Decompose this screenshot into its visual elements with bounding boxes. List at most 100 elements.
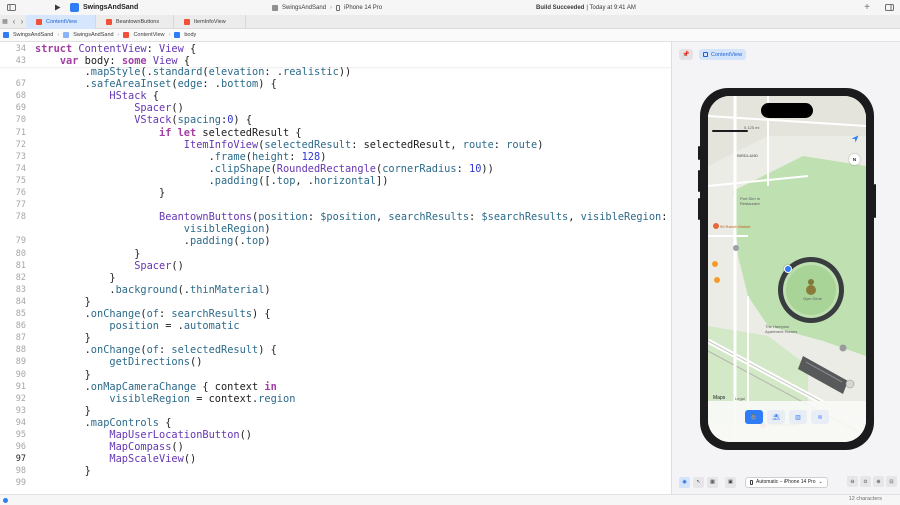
- code-token: :: [661, 211, 668, 224]
- forward-chevron-icon[interactable]: ›: [18, 15, 26, 29]
- map-compass[interactable]: N: [849, 154, 860, 165]
- code-line[interactable]: 84 }: [0, 296, 671, 308]
- line-number: 88: [15, 345, 26, 356]
- variants-button[interactable]: ▦: [707, 476, 718, 488]
- tab-label: ItemInfoView: [194, 18, 226, 25]
- scheme-selector[interactable]: SwingsAndSand › iPhone 14 Pro: [272, 2, 382, 13]
- inspector-toggle-icon[interactable]: [882, 1, 896, 15]
- code-line[interactable]: 94 .mapControls {: [0, 417, 671, 429]
- code-line[interactable]: 93 }: [0, 405, 671, 417]
- code-line[interactable]: 72 ItemInfoView(selectedResult: selected…: [0, 139, 671, 151]
- code-line[interactable]: 81 Spacer(): [0, 260, 671, 272]
- map-user-location-button[interactable]: [849, 133, 860, 144]
- sidebar-toggle-icon[interactable]: [4, 1, 18, 15]
- code-text: }: [35, 405, 91, 417]
- code-token: ): [320, 150, 327, 163]
- preview-canvas: 📌 ContentView N 0.125 mi BIRDLAND Port D…: [671, 42, 900, 494]
- waves-button[interactable]: ≋: [811, 410, 829, 424]
- legal-link[interactable]: Legal: [735, 396, 745, 401]
- code-token: realistic: [283, 66, 339, 78]
- code-line[interactable]: 76 }: [0, 187, 671, 199]
- code-text: }: [35, 296, 91, 308]
- zoom-fit-button[interactable]: ⊡: [886, 476, 897, 487]
- code-line[interactable]: .mapStyle(.standard(elevation: .realisti…: [0, 66, 671, 78]
- zoom-in-button[interactable]: ⊕: [873, 476, 884, 487]
- sticky-code-line[interactable]: 43 var body: some View {: [0, 55, 671, 67]
- debug-area-toggle-icon[interactable]: [3, 498, 8, 503]
- zoom-out-button[interactable]: ⊖: [847, 476, 858, 487]
- live-preview-button[interactable]: ◉: [679, 476, 690, 488]
- add-icon[interactable]: +: [860, 1, 874, 15]
- code-line[interactable]: 73 .frame(height: 128): [0, 151, 671, 163]
- code-editor[interactable]: 34 struct ContentView: View {43 var body:…: [0, 42, 671, 494]
- code-line[interactable]: 70 VStack(spacing:0) {: [0, 114, 671, 126]
- code-token: .: [35, 344, 91, 357]
- code-line[interactable]: 95 MapUserLocationButton(): [0, 429, 671, 441]
- code-line[interactable]: 67 .safeAreaInset(edge: .bottom) {: [0, 78, 671, 90]
- code-line[interactable]: 91 .onMapCameraChange { context in: [0, 381, 671, 393]
- code-line[interactable]: 87 }: [0, 332, 671, 344]
- tab-iteminfoview[interactable]: ItemInfoView: [174, 14, 246, 29]
- phone-volume-down: [698, 198, 700, 220]
- back-chevron-icon[interactable]: ‹: [10, 15, 18, 29]
- code-token: padding: [214, 174, 259, 187]
- code-line[interactable]: 90 }: [0, 369, 671, 381]
- line-number: 90: [15, 369, 26, 380]
- code-line[interactable]: 86 position = .automatic: [0, 320, 671, 332]
- selectable-mode-button[interactable]: ↖: [693, 476, 704, 488]
- zoom-actual-button[interactable]: ⊙: [860, 476, 871, 487]
- code-line[interactable]: 89 getDirections(): [0, 356, 671, 368]
- sticky-code-line[interactable]: 34 struct ContentView: View {: [0, 43, 671, 55]
- line-number: 43: [15, 56, 26, 67]
- device-selector[interactable]: Automatic – iPhone 14 Pro ⌄: [745, 476, 828, 488]
- line-number: 70: [15, 115, 26, 126]
- code-token: RoundedRectangle: [276, 162, 376, 175]
- breadcrumb-item[interactable]: body: [184, 32, 196, 38]
- building-button[interactable]: ▥: [789, 410, 807, 424]
- code-line[interactable]: 77: [0, 199, 671, 211]
- pin-preview-button[interactable]: 📌: [679, 49, 693, 60]
- code-line[interactable]: 68 HStack {: [0, 90, 671, 102]
- tab-beantownbuttons[interactable]: BeantownButtons: [96, 14, 174, 29]
- code-line[interactable]: 82 }: [0, 272, 671, 284]
- breadcrumb-item[interactable]: SwingsAndSand: [13, 32, 53, 38]
- line-number: 81: [15, 260, 26, 271]
- code-line[interactable]: visibleRegion): [0, 223, 671, 235]
- code-line[interactable]: 75 .padding([.top, .horizontal]): [0, 175, 671, 187]
- code-line[interactable]: 88 .onChange(of: selectedResult) {: [0, 344, 671, 356]
- beach-umbrella-icon: ⛱: [772, 414, 780, 421]
- code-line[interactable]: 78 BeantownButtons(position: $position, …: [0, 211, 671, 223]
- run-icon[interactable]: [50, 1, 64, 15]
- code-line[interactable]: 85 .onChange(of: searchResults) {: [0, 308, 671, 320]
- code-line[interactable]: 79 .padding(.top): [0, 235, 671, 247]
- code-token: $searchResults: [481, 211, 569, 224]
- code-text: }: [35, 369, 91, 381]
- code-text: if let selectedResult {: [35, 127, 302, 139]
- device-settings-button[interactable]: ▣: [725, 476, 736, 488]
- simulator-screen[interactable]: N 0.125 mi BIRDLAND Port Dim In Restaura…: [708, 96, 866, 442]
- code-line[interactable]: 71 if let selectedResult {: [0, 127, 671, 139]
- playground-button[interactable]: ⛹: [745, 410, 763, 424]
- code-token: visibleRegion: [580, 211, 662, 224]
- code-line[interactable]: 83 .background(.thinMaterial): [0, 284, 671, 296]
- code-line[interactable]: 96 MapCompass(): [0, 441, 671, 453]
- code-line[interactable]: 99: [0, 477, 671, 489]
- code-line[interactable]: 69 Spacer(): [0, 102, 671, 114]
- line-number: 80: [15, 248, 26, 259]
- tab-contentview[interactable]: ContentView: [26, 14, 96, 29]
- code-line[interactable]: 92 visibleRegion = context.region: [0, 393, 671, 405]
- code-line[interactable]: 97 MapScaleView(): [0, 453, 671, 465]
- line-number: 91: [15, 381, 26, 392]
- cursor-icon: ↖: [696, 479, 701, 485]
- code-token: = context.: [190, 392, 259, 405]
- code-line[interactable]: 98 }: [0, 465, 671, 477]
- preview-selector[interactable]: ContentView: [699, 49, 747, 60]
- beach-button[interactable]: ⛱: [767, 410, 785, 424]
- code-token: ): [264, 223, 271, 236]
- code-line[interactable]: 80 }: [0, 248, 671, 260]
- code-line[interactable]: 74 .clipShape(RoundedRectangle(cornerRad…: [0, 163, 671, 175]
- grid-icon[interactable]: ▦: [0, 15, 10, 29]
- breadcrumb-item[interactable]: SwingsAndSand: [73, 32, 113, 38]
- breadcrumb-item[interactable]: ContentView: [133, 32, 164, 38]
